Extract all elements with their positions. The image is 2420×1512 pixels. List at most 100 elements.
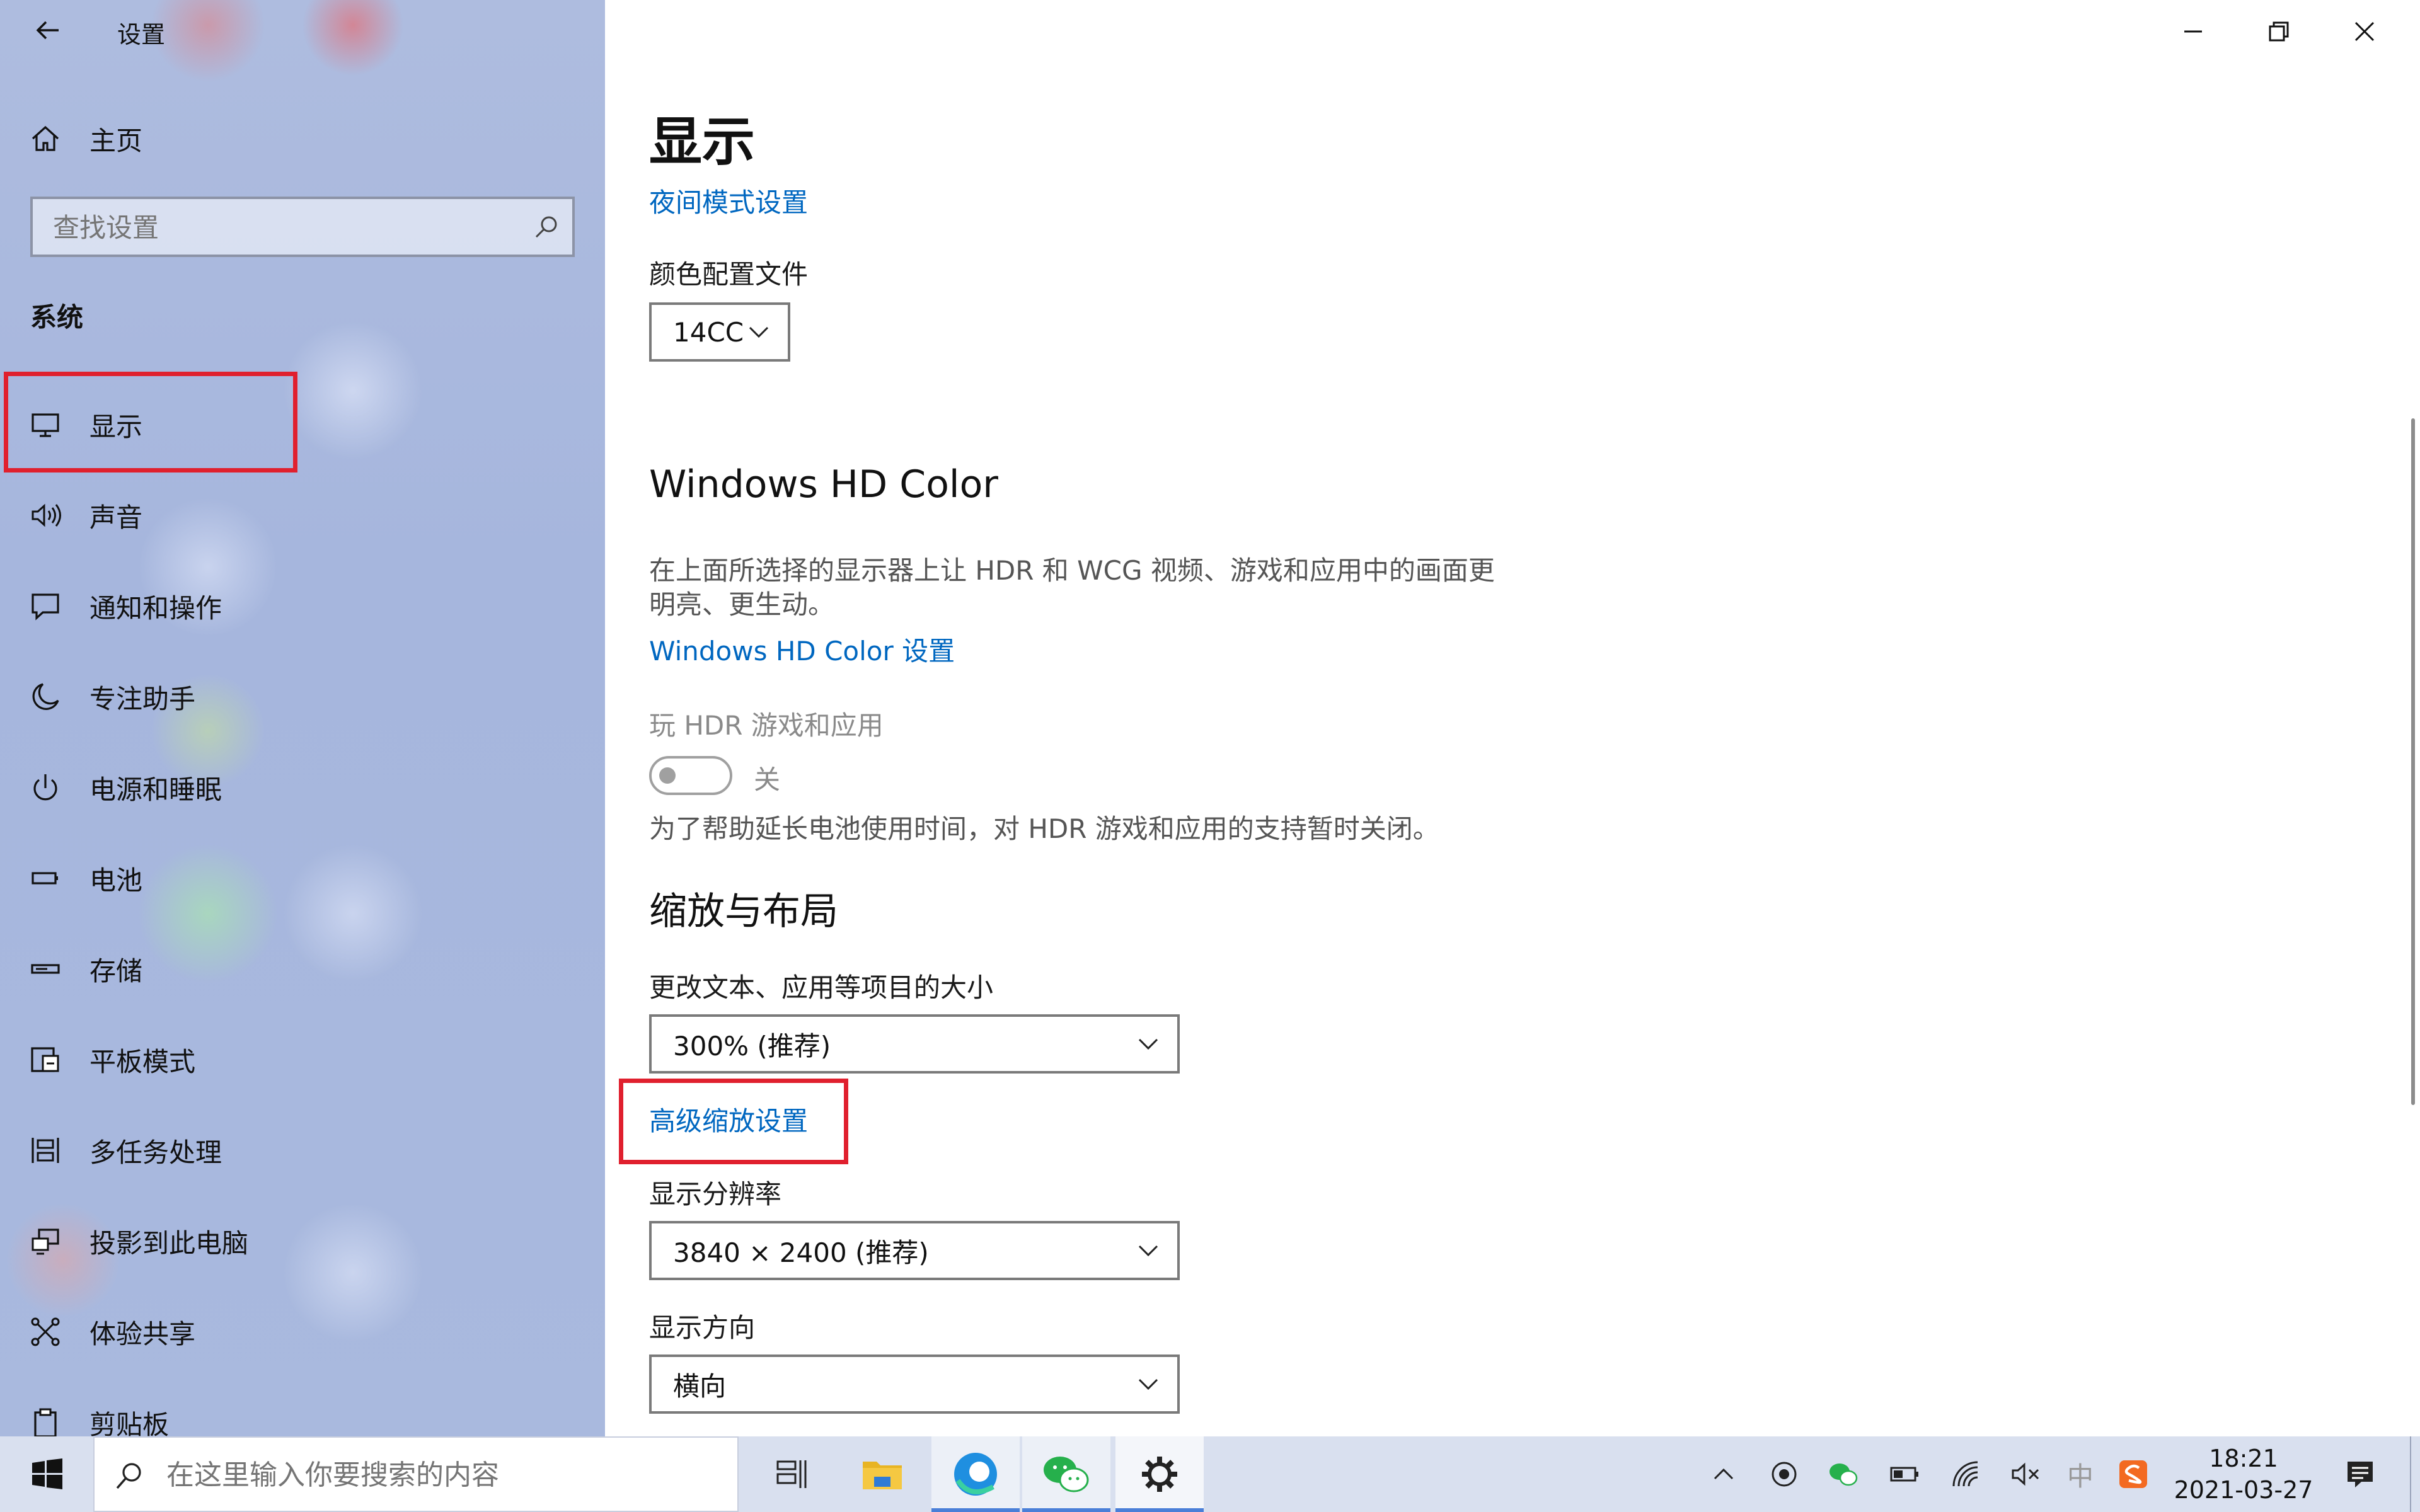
taskbar-search-box[interactable]	[93, 1436, 739, 1512]
hdr-heading: Windows HD Color	[649, 462, 998, 507]
active-app-indicator	[1022, 1508, 1110, 1512]
chevron-down-icon	[1138, 1038, 1158, 1050]
active-app-indicator	[931, 1508, 1020, 1512]
sidebar-item-notifications[interactable]: 通知和操作	[0, 568, 605, 644]
settings-app-button[interactable]	[1115, 1436, 1204, 1512]
minimize-icon	[2184, 30, 2202, 33]
record-icon	[1772, 1462, 1797, 1487]
tray-ime-button[interactable]: 中	[2058, 1436, 2102, 1512]
show-hidden-icons-button[interactable]	[1702, 1436, 1746, 1512]
night-light-settings-link[interactable]: 夜间模式设置	[649, 181, 808, 220]
back-button[interactable]	[23, 11, 73, 49]
resolution-dropdown[interactable]: 3840 × 2400 (推荐)	[649, 1221, 1180, 1280]
sidebar-home[interactable]: 主页	[0, 101, 605, 176]
sidebar-item-label: 通知和操作	[89, 592, 222, 624]
home-icon	[28, 121, 63, 156]
color-profile-value: 14CC	[673, 316, 744, 348]
file-explorer-button[interactable]	[844, 1436, 920, 1512]
wechat-tray-icon	[1829, 1463, 1858, 1486]
chevron-down-icon	[749, 326, 769, 338]
sidebar-item-label: 电源和睡眠	[89, 774, 222, 805]
sidebar-item-label: 电池	[89, 864, 143, 896]
action-center-button[interactable]	[2332, 1436, 2388, 1512]
settings-search-input[interactable]	[52, 208, 533, 247]
edge-icon	[954, 1453, 997, 1496]
toggle-knob	[659, 767, 676, 784]
hdr-settings-link[interactable]: Windows HD Color 设置	[649, 630, 955, 668]
sidebar-item-focus-assist[interactable]: 专注助手	[0, 659, 605, 735]
battery-icon	[1890, 1467, 1918, 1482]
sidebar-item-storage[interactable]: 存储	[0, 931, 605, 1007]
close-icon	[2354, 21, 2375, 42]
wechat-button[interactable]	[1022, 1436, 1110, 1512]
tray-record-button[interactable]	[1762, 1436, 1806, 1512]
section-heading-system: 系统	[30, 302, 84, 333]
sidebar-item-sound[interactable]: 声音	[0, 478, 605, 553]
settings-gear-icon	[1142, 1457, 1177, 1492]
main-content: 显示 夜间模式设置 颜色配置文件 14CC Windows HD Color 在…	[605, 0, 2420, 1436]
clock-date: 2021-03-27	[2174, 1476, 2313, 1504]
show-desktop-button[interactable]	[2410, 1436, 2420, 1512]
speaker-icon	[28, 498, 63, 533]
tray-network-button[interactable]	[1944, 1436, 1988, 1512]
start-button[interactable]	[13, 1436, 82, 1512]
tray-sogou-button[interactable]	[2111, 1436, 2155, 1512]
hdr-games-toggle[interactable]	[649, 756, 732, 795]
sidebar-item-label: 剪贴板	[89, 1409, 170, 1437]
sidebar-item-label: 专注助手	[89, 683, 196, 714]
taskbar-search-input[interactable]	[165, 1455, 722, 1494]
restore-button[interactable]	[2241, 6, 2317, 57]
power-icon	[28, 770, 63, 805]
edge-browser-button[interactable]	[931, 1436, 1020, 1512]
share-icon	[28, 1314, 63, 1349]
sidebar-item-label: 投影到此电脑	[89, 1227, 249, 1259]
tray-volume-button[interactable]	[2004, 1436, 2048, 1512]
multitask-icon	[28, 1133, 63, 1168]
sidebar-item-multitasking[interactable]: 多任务处理	[0, 1113, 605, 1188]
scrollbar[interactable]	[2411, 418, 2415, 1105]
task-view-button[interactable]	[754, 1436, 829, 1512]
settings-search-box[interactable]	[30, 197, 575, 257]
search-icon[interactable]	[533, 214, 560, 241]
minimize-button[interactable]	[2155, 6, 2231, 57]
color-profile-label: 颜色配置文件	[649, 259, 809, 290]
sidebar-item-project[interactable]: 投影到此电脑	[0, 1203, 605, 1279]
resolution-value: 3840 × 2400 (推荐)	[673, 1237, 929, 1268]
scale-dropdown[interactable]: 300% (推荐)	[649, 1014, 1180, 1074]
chevron-down-icon	[1138, 1378, 1158, 1390]
tablet-icon	[28, 1042, 63, 1077]
sidebar: 设置 主页 系统 显示 声音 通知和操作 专注助手 电源和睡眠 电池 存储	[0, 0, 605, 1436]
sidebar-item-label: 平板模式	[89, 1046, 196, 1077]
moon-icon	[28, 679, 63, 714]
resolution-label: 显示分辨率	[649, 1179, 782, 1210]
volume-muted-icon	[2012, 1462, 2039, 1486]
page-title: 显示	[649, 111, 756, 173]
orientation-dropdown[interactable]: 横向	[649, 1354, 1180, 1414]
orientation-value: 横向	[673, 1370, 727, 1402]
hdr-description-line1: 在上面所选择的显示器上让 HDR 和 WCG 视频、游戏和应用中的画面更	[649, 555, 1495, 586]
color-profile-dropdown[interactable]: 14CC	[649, 302, 790, 362]
tray-battery-button[interactable]	[1883, 1436, 1927, 1512]
scale-layout-heading: 缩放与布局	[649, 890, 838, 934]
close-button[interactable]	[2327, 6, 2402, 57]
hdr-description-line2: 明亮、更生动。	[649, 589, 835, 620]
sidebar-item-label: 多任务处理	[89, 1137, 222, 1168]
tray-wechat-button[interactable]	[1821, 1436, 1865, 1512]
chevron-down-icon	[1138, 1245, 1158, 1257]
clock-button[interactable]: 18:21 2021-03-27	[2168, 1436, 2319, 1512]
sidebar-home-label: 主页	[89, 125, 143, 156]
highlight-box-display	[4, 372, 297, 472]
task-view-icon	[776, 1460, 807, 1488]
sidebar-item-battery[interactable]: 电池	[0, 840, 605, 916]
scale-label: 更改文本、应用等项目的大小	[649, 972, 994, 1003]
battery-icon	[28, 861, 63, 896]
sidebar-item-tablet-mode[interactable]: 平板模式	[0, 1022, 605, 1097]
restore-icon	[2269, 21, 2289, 42]
back-arrow-icon	[36, 21, 59, 40]
sidebar-item-clipboard[interactable]: 剪贴板	[0, 1385, 605, 1436]
sidebar-item-power-sleep[interactable]: 电源和睡眠	[0, 750, 605, 825]
sidebar-item-label: 声音	[89, 501, 143, 533]
active-app-indicator	[1115, 1508, 1204, 1512]
sidebar-item-shared-experiences[interactable]: 体验共享	[0, 1294, 605, 1370]
project-icon	[28, 1223, 63, 1259]
